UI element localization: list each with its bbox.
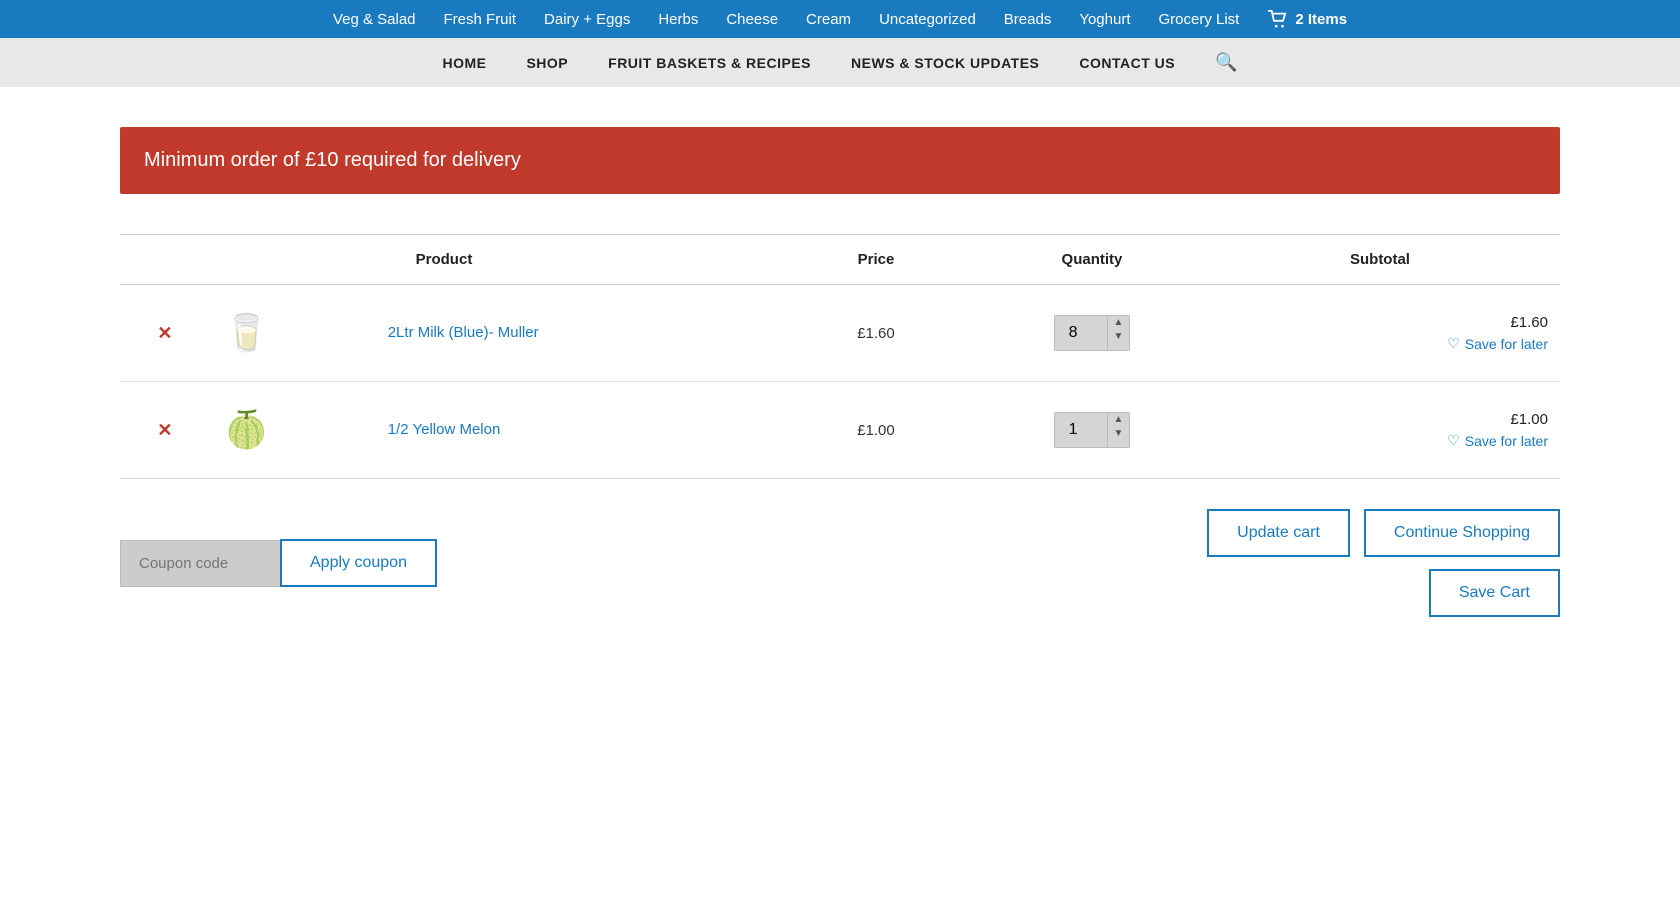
quantity-input[interactable] [1055, 413, 1107, 447]
heart-icon: ♡ [1447, 335, 1460, 352]
primary-action-row: Update cart Continue Shopping [1207, 509, 1560, 557]
cart-indicator[interactable]: 2 Items [1267, 10, 1347, 28]
continue-shopping-button[interactable]: Continue Shopping [1364, 509, 1560, 557]
product-price: £1.00 [768, 382, 984, 479]
nav-cream[interactable]: Cream [806, 11, 851, 28]
nav-dairy-eggs[interactable]: Dairy + Eggs [544, 11, 630, 28]
col-header-price: Price [768, 235, 984, 285]
product-thumbnail: 🍈 [222, 400, 272, 460]
subtotal-cell: £1.60 ♡ Save for later [1200, 285, 1560, 382]
product-thumbnail: 🥛 [222, 303, 272, 363]
heart-icon: ♡ [1447, 432, 1460, 449]
main-nav-contact[interactable]: CONTACT US [1079, 55, 1175, 71]
top-navigation: Veg & Salad Fresh Fruit Dairy + Eggs Her… [0, 0, 1680, 38]
save-for-later-link[interactable]: ♡ Save for later [1212, 335, 1548, 352]
subtotal-price: £1.00 [1212, 411, 1548, 428]
subtotal-price: £1.60 [1212, 314, 1548, 331]
qty-up-button[interactable]: ▲ [1108, 413, 1130, 427]
minimum-order-alert: Minimum order of £10 required for delive… [120, 127, 1560, 194]
col-header-product: Product [120, 235, 768, 285]
remove-item-button[interactable]: ✕ [157, 420, 172, 441]
quantity-cell: ▲ ▼ [984, 382, 1200, 479]
nav-breads[interactable]: Breads [1004, 11, 1052, 28]
quantity-cell: ▲ ▼ [984, 285, 1200, 382]
product-price: £1.60 [768, 285, 984, 382]
nav-veg-salad[interactable]: Veg & Salad [333, 11, 416, 28]
save-cart-button[interactable]: Save Cart [1429, 569, 1560, 617]
apply-coupon-button[interactable]: Apply coupon [280, 539, 437, 587]
quantity-input[interactable] [1055, 316, 1107, 350]
quantity-stepper[interactable]: ▲ ▼ [1054, 315, 1131, 351]
nav-uncategorized[interactable]: Uncategorized [879, 11, 976, 28]
main-nav-home[interactable]: HOME [442, 55, 486, 71]
table-row: ✕ 🥛 2Ltr Milk (Blue)- Muller £1.60 ▲ [120, 285, 1560, 382]
remove-item-button[interactable]: ✕ [157, 323, 172, 344]
cart-icon [1267, 10, 1289, 28]
main-nav-shop[interactable]: SHOP [526, 55, 568, 71]
nav-cheese[interactable]: Cheese [726, 11, 778, 28]
nav-yoghurt[interactable]: Yoghurt [1079, 11, 1130, 28]
secondary-action-row: Save Cart [1429, 569, 1560, 617]
product-link[interactable]: 2Ltr Milk (Blue)- Muller [388, 324, 539, 341]
main-navigation: HOME SHOP FRUIT BASKETS & RECIPES NEWS &… [0, 38, 1680, 87]
quantity-stepper[interactable]: ▲ ▼ [1054, 412, 1131, 448]
nav-grocery-list[interactable]: Grocery List [1159, 11, 1240, 28]
page-content: Minimum order of £10 required for delive… [100, 87, 1580, 677]
main-nav-fruit-baskets[interactable]: FRUIT BASKETS & RECIPES [608, 55, 811, 71]
nav-herbs[interactable]: Herbs [658, 11, 698, 28]
subtotal-cell: £1.00 ♡ Save for later [1200, 382, 1560, 479]
col-header-quantity: Quantity [984, 235, 1200, 285]
qty-down-button[interactable]: ▼ [1108, 330, 1130, 344]
coupon-input[interactable] [120, 540, 280, 587]
cart-table: Product Price Quantity Subtotal ✕ 🥛 2Ltr… [120, 234, 1560, 479]
product-link[interactable]: 1/2 Yellow Melon [388, 421, 501, 438]
table-row: ✕ 🍈 1/2 Yellow Melon £1.00 ▲ [120, 382, 1560, 479]
main-nav-news[interactable]: NEWS & STOCK UPDATES [851, 55, 1039, 71]
right-actions: Update cart Continue Shopping Save Cart [1207, 509, 1560, 617]
cart-actions: Apply coupon Update cart Continue Shoppi… [120, 509, 1560, 617]
col-header-subtotal: Subtotal [1200, 235, 1560, 285]
coupon-section: Apply coupon [120, 539, 437, 587]
qty-down-button[interactable]: ▼ [1108, 427, 1130, 441]
melon-icon: 🍈 [224, 409, 269, 451]
save-for-later-link[interactable]: ♡ Save for later [1212, 432, 1548, 449]
milk-bottle-icon: 🥛 [224, 312, 269, 354]
nav-fresh-fruit[interactable]: Fresh Fruit [444, 11, 517, 28]
search-icon[interactable]: 🔍 [1215, 52, 1237, 73]
update-cart-button[interactable]: Update cart [1207, 509, 1350, 557]
qty-up-button[interactable]: ▲ [1108, 316, 1130, 330]
cart-count: 2 Items [1295, 11, 1347, 28]
